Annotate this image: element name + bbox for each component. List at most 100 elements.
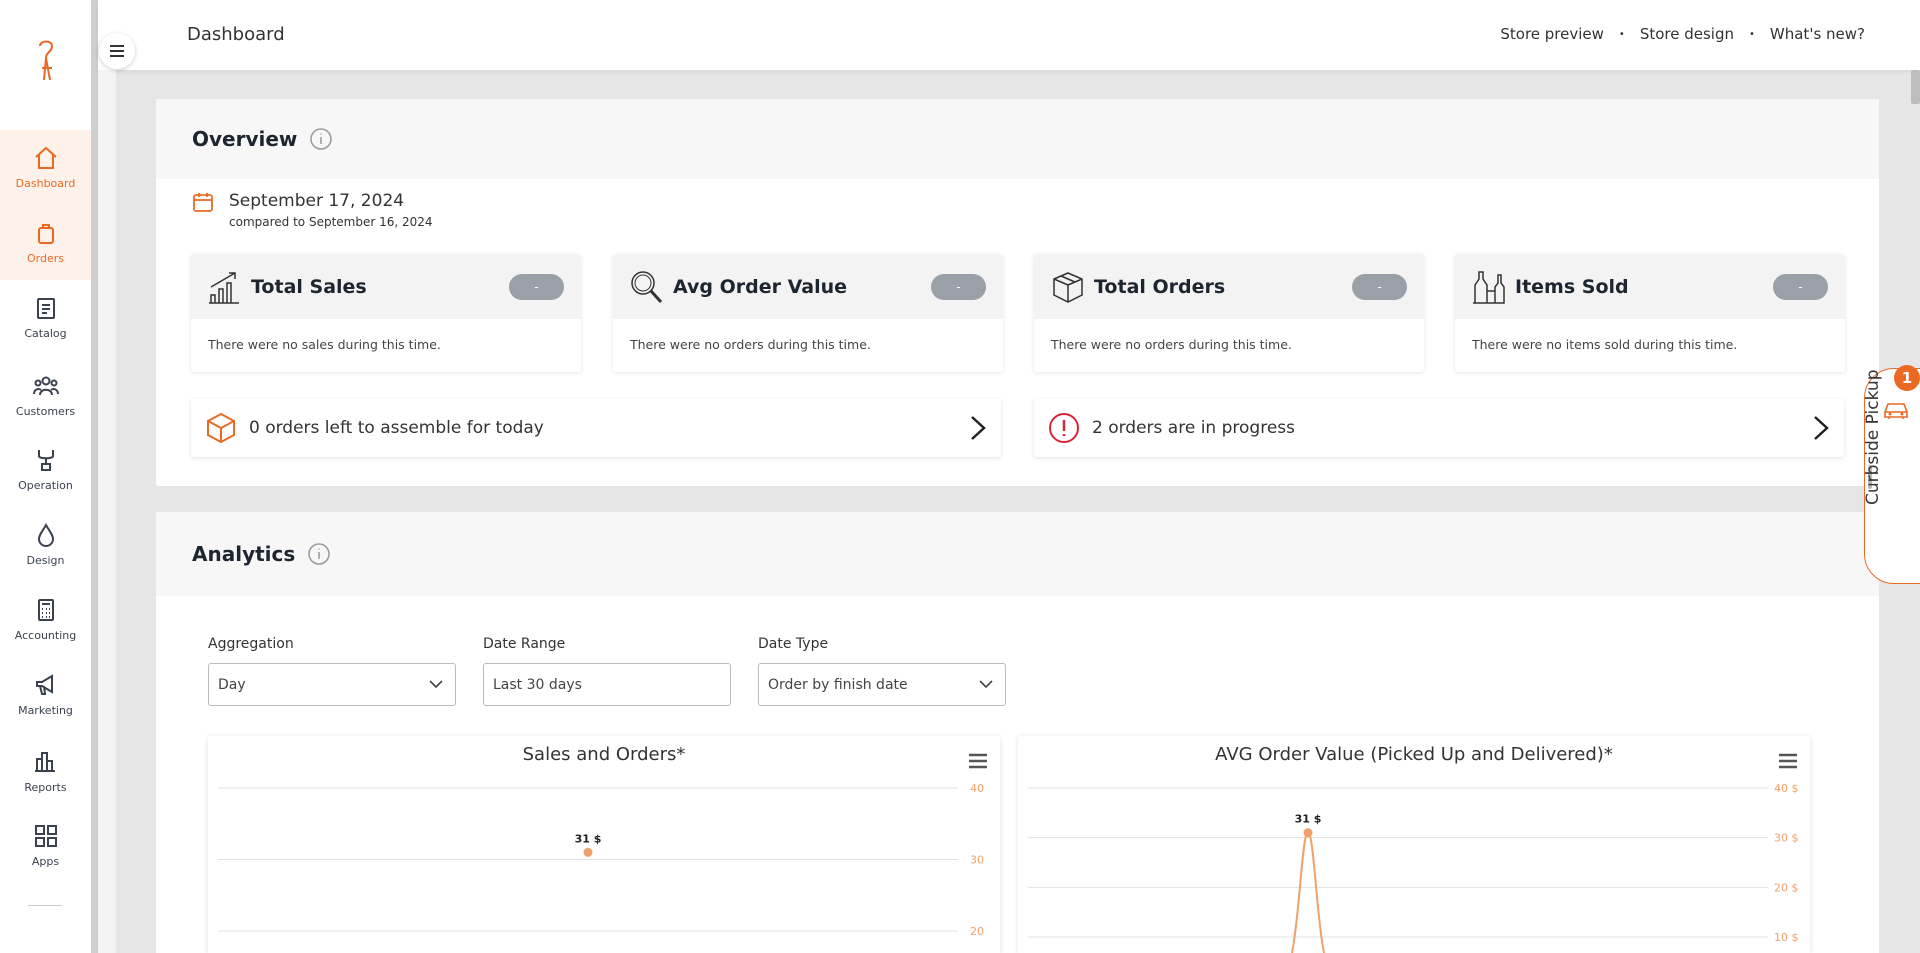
sidebar-item-label: Marketing xyxy=(18,704,73,717)
sidebar-item-dashboard[interactable]: Dashboard xyxy=(0,130,91,205)
shopping-bag-icon xyxy=(37,224,54,244)
filter-label: Aggregation xyxy=(208,636,294,652)
items-sold-card: Items Sold - There were no items sold du… xyxy=(1455,254,1845,372)
package-icon xyxy=(1053,271,1083,303)
main-scrollbar[interactable] xyxy=(1911,70,1920,104)
chart-growth-icon xyxy=(209,271,239,304)
sidebar-item-label: Dashboard xyxy=(15,177,76,190)
store-preview-link[interactable]: Store preview xyxy=(1500,25,1604,43)
total-orders-card: Total Orders - There were no orders duri… xyxy=(1034,254,1424,372)
data-point xyxy=(1303,828,1313,838)
series-line xyxy=(1291,831,1325,953)
sales-orders-chart: 40 30 20 31 $ Sales and Orders* xyxy=(208,736,1000,953)
sidebar-item-customers[interactable]: Customers xyxy=(0,358,91,433)
y-tick-label: 20 $ xyxy=(1774,881,1799,894)
calculator-icon xyxy=(37,599,54,621)
calendar-icon[interactable] xyxy=(192,191,214,213)
content-gutter xyxy=(98,70,116,953)
sidebar-divider xyxy=(28,905,62,906)
sidebar-item-accounting[interactable]: Accounting xyxy=(0,582,91,657)
sidebar-item-label: Catalog xyxy=(24,327,67,340)
alert-icon xyxy=(1049,413,1079,443)
magnifier-icon xyxy=(631,270,663,303)
curbside-count-badge: 1 xyxy=(1894,365,1920,391)
header-separator: • xyxy=(1618,28,1625,40)
stat-badge: - xyxy=(1352,274,1407,300)
y-tick-label: 20 xyxy=(970,925,984,938)
assemble-orders-task[interactable]: 0 orders left to assemble for today xyxy=(191,399,1001,457)
whats-new-link[interactable]: What's new? xyxy=(1770,25,1865,43)
apps-grid-icon xyxy=(34,825,57,847)
info-icon[interactable] xyxy=(307,542,331,566)
chevron-down-icon xyxy=(429,680,443,689)
chart-menu-icon[interactable] xyxy=(1778,752,1798,770)
chart-menu-icon[interactable] xyxy=(968,752,988,770)
sidebar-item-apps[interactable]: Apps xyxy=(0,808,91,883)
chevron-right-icon xyxy=(971,416,986,440)
aggregation-filter: Aggregation Day xyxy=(208,636,456,706)
sidebar-item-label: Design xyxy=(26,554,65,567)
analytics-section: Analytics Aggregation Day Date Range Las… xyxy=(156,512,1879,953)
sidebar-scrollbar[interactable] xyxy=(91,0,98,953)
y-tick-label: 40 xyxy=(970,782,984,795)
wrench-icon xyxy=(37,450,54,471)
home-icon xyxy=(34,146,57,169)
total-sales-card: Total Sales - There were no sales during… xyxy=(191,254,581,372)
stat-title: Total Orders xyxy=(1094,275,1226,298)
selected-date: September 17, 2024 xyxy=(229,191,405,211)
header-links: Store preview • Store design • What's ne… xyxy=(1500,25,1865,43)
overview-header: Overview xyxy=(156,99,1879,179)
sidebar-item-catalog[interactable]: Catalog xyxy=(0,280,91,355)
sidebar-item-label: Accounting xyxy=(14,629,77,642)
stat-message: There were no orders during this time. xyxy=(630,337,871,352)
sidebar-item-label: Customers xyxy=(15,405,76,418)
data-label: 31 $ xyxy=(1295,813,1322,826)
avg-order-value-plot: 40 $ 30 $ 20 $ 10 $ 31 $ xyxy=(1028,782,1799,953)
stat-message: There were no items sold during this tim… xyxy=(1472,337,1738,352)
date-type-select[interactable]: Order by finish date xyxy=(758,663,1006,706)
sidebar-item-operation[interactable]: Operation xyxy=(0,432,91,507)
data-point xyxy=(583,847,593,857)
users-icon xyxy=(32,376,59,396)
stat-badge: - xyxy=(509,274,564,300)
curbside-label: Curbside Pickup xyxy=(1863,369,1883,506)
filter-value: Day xyxy=(218,676,246,693)
sidebar-item-label: Apps xyxy=(31,855,60,868)
stat-badge: - xyxy=(931,274,986,300)
data-label: 31 $ xyxy=(575,832,602,845)
stat-title: Avg Order Value xyxy=(673,275,848,298)
sidebar-item-orders[interactable]: Orders xyxy=(0,205,91,280)
drops-icon xyxy=(37,522,54,547)
chevron-right-icon xyxy=(1814,416,1829,440)
task-text: 0 orders left to assemble for today xyxy=(249,418,544,438)
car-icon xyxy=(1884,403,1908,419)
date-range-filter: Date Range Last 30 days xyxy=(483,636,731,706)
analytics-title: Analytics xyxy=(192,542,296,566)
aggregation-select[interactable]: Day xyxy=(208,663,456,706)
bottles-icon xyxy=(1473,270,1505,304)
chart-title: AVG Order Value (Picked Up and Delivered… xyxy=(1215,744,1613,765)
info-icon[interactable] xyxy=(309,127,333,151)
clipboard-icon xyxy=(36,298,55,319)
orders-in-progress-task[interactable]: 2 orders are in progress xyxy=(1034,399,1844,457)
date-type-filter: Date Type Order by finish date xyxy=(758,636,1006,706)
logo-icon[interactable] xyxy=(30,40,62,84)
chart-title: Sales and Orders* xyxy=(522,744,686,765)
store-design-link[interactable]: Store design xyxy=(1640,25,1734,43)
sales-orders-plot: 40 30 20 31 $ xyxy=(218,782,984,938)
stat-title: Total Sales xyxy=(251,275,367,298)
date-row: September 17, 2024 compared to September… xyxy=(192,191,433,229)
avg-order-value-chart: 40 $ 30 $ 20 $ 10 $ 31 $ AVG Order Value (Pi… xyxy=(1018,736,1810,953)
box-icon xyxy=(207,412,235,444)
stat-message: There were no sales during this time. xyxy=(208,337,441,352)
analytics-header: Analytics xyxy=(156,512,1879,596)
sidebar-item-marketing[interactable]: Marketing xyxy=(0,657,91,732)
filter-value: Order by finish date xyxy=(768,676,908,693)
date-range-input[interactable]: Last 30 days xyxy=(483,663,731,706)
sidebar-item-design[interactable]: Design xyxy=(0,507,91,582)
menu-toggle-button[interactable] xyxy=(99,33,135,69)
y-tick-label: 30 $ xyxy=(1774,832,1799,845)
sidebar-item-reports[interactable]: Reports xyxy=(0,734,91,809)
bar-chart-icon xyxy=(34,752,55,772)
y-tick-label: 10 $ xyxy=(1774,931,1799,944)
